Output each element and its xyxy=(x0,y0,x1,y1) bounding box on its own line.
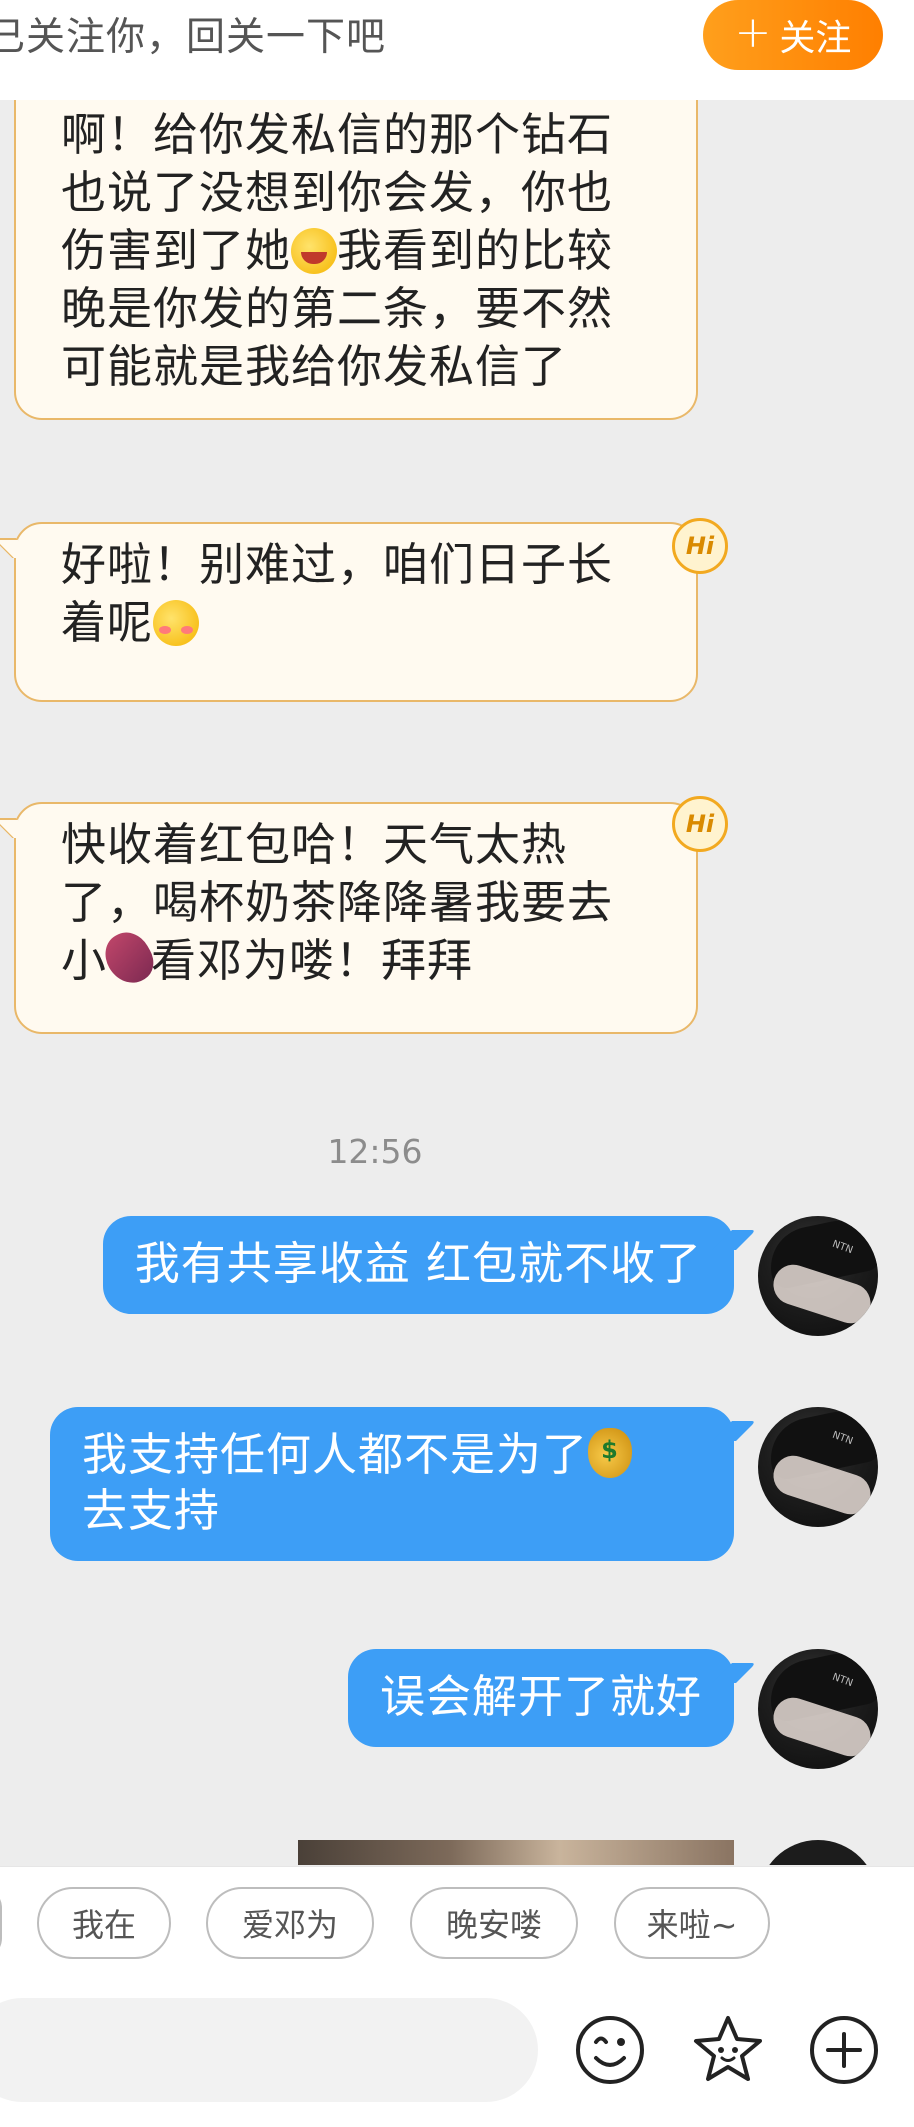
outgoing-message[interactable]: 我支持任何人都不是为了 去支持 xyxy=(50,1407,756,1561)
incoming-message[interactable]: 啊！给你发私信的那个钻石 也说了没想到你会发，你也 伤害到了她 我看到的比较 晚是… xyxy=(14,100,698,420)
message-line: 着呢 xyxy=(61,594,650,652)
money-bag-emoji-icon xyxy=(588,1428,633,1478)
message-line: 可能就是我给你发私信了 xyxy=(61,340,568,393)
quick-reply-chip[interactable]: 晚安喽 xyxy=(410,1887,578,1959)
quick-reply-chip[interactable]: 爱邓为 xyxy=(206,1887,374,1959)
incoming-message[interactable]: 好啦！别难过，咱们日子长 着呢 xyxy=(0,522,698,702)
outgoing-message[interactable]: 我有共享收益 红包就不收了 xyxy=(102,1216,756,1314)
emoji-face-icon[interactable] xyxy=(572,2012,648,2088)
message-line: 晚是你发的第二条，要不然 xyxy=(61,282,614,335)
chat-thread[interactable]: 啊！给你发私信的那个钻石 也说了没想到你会发，你也 伤害到了她 我看到的比较 晚是… xyxy=(0,100,914,1865)
message-input[interactable] xyxy=(0,1998,538,2102)
hi-badge-icon: Hi xyxy=(672,796,728,852)
avatar[interactable]: NTN xyxy=(758,1649,878,1769)
quick-reply-chip[interactable]: 来啦~ xyxy=(614,1887,770,1959)
bubble-tail xyxy=(0,818,36,838)
message-line: 啊！给你发私信的那个钻石 xyxy=(61,108,614,161)
plus-circle-icon[interactable] xyxy=(806,2012,882,2088)
bubble-tail xyxy=(712,1230,756,1250)
bubble-tail xyxy=(0,538,36,558)
message-line: 我支持任何人都不是为了 xyxy=(82,1427,702,1483)
message-line: 小看邓为喽！拜拜 xyxy=(61,924,650,992)
quick-reply-chip-partial[interactable] xyxy=(0,1887,2,1959)
avatar[interactable] xyxy=(758,1840,878,1865)
image-message-preview[interactable] xyxy=(298,1840,734,1865)
message-line: 伤害到了她 我看到的比较 xyxy=(61,224,614,277)
message-text: 误会解开了就好 xyxy=(379,1670,702,1723)
avatar[interactable]: NTN xyxy=(758,1216,878,1336)
message-timestamp: 12:56 xyxy=(327,1132,423,1171)
follow-button-label: 关注 xyxy=(779,18,852,59)
sticker-star-icon[interactable] xyxy=(690,2012,766,2088)
message-line: 了，喝杯奶茶降降暑我要去 xyxy=(61,876,614,929)
quick-reply-chip[interactable]: 我在 xyxy=(37,1887,171,1959)
follow-button[interactable]: + 关注 xyxy=(703,0,883,70)
bubble-tail xyxy=(712,1663,756,1683)
avatar[interactable]: NTN xyxy=(758,1407,878,1527)
quick-reply-bar: 我在 爱邓为 晚安喽 来啦~ xyxy=(0,1866,914,1990)
laugh-cry-emoji-icon xyxy=(291,228,338,274)
message-input-bar xyxy=(0,1990,914,2127)
plus-icon: + xyxy=(734,7,772,58)
message-text: 我有共享收益 红包就不收了 xyxy=(134,1237,702,1290)
hi-badge-icon: Hi xyxy=(672,518,728,574)
outgoing-message[interactable]: 误会解开了就好 xyxy=(347,1649,756,1747)
message-line: 好啦！别难过，咱们日子长 xyxy=(61,538,614,591)
follow-banner: 已关注你，回关一下吧 + 关注 xyxy=(0,0,914,100)
follow-hint-text: 已关注你，回关一下吧 xyxy=(0,15,387,60)
bubble-tail xyxy=(712,1421,756,1441)
message-line: 去支持 xyxy=(82,1484,221,1537)
incoming-message[interactable]: 快收着红包哈！天气太热 了，喝杯奶茶降降暑我要去 小看邓为喽！拜拜 xyxy=(0,802,698,1034)
message-line: 也说了没想到你会发，你也 xyxy=(61,166,614,219)
message-line: 快收着红包哈！天气太热 xyxy=(61,818,568,871)
shy-emoji-icon xyxy=(153,600,200,646)
